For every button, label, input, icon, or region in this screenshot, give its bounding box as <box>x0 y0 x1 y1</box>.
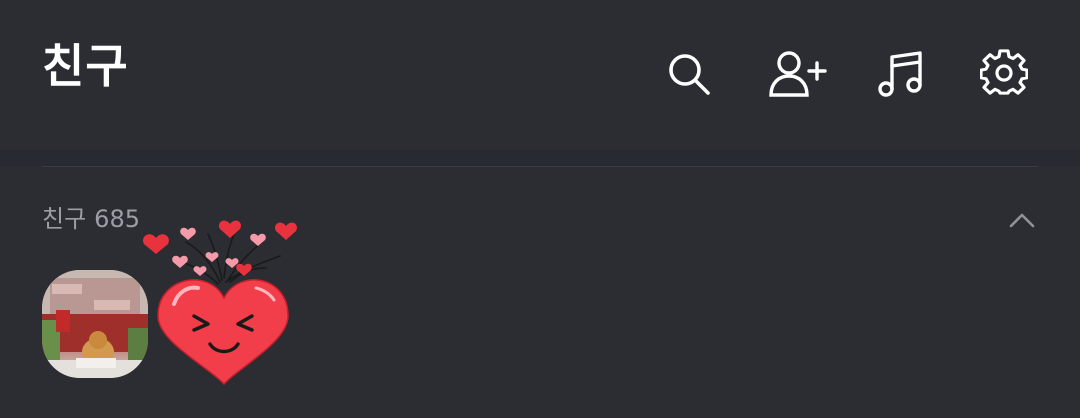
settings-icon[interactable] <box>980 49 1028 97</box>
avatar[interactable] <box>42 270 148 378</box>
page-title: 친구 <box>42 39 129 93</box>
header: 친구 <box>0 0 1080 150</box>
search-icon[interactable] <box>664 49 712 97</box>
add-friend-icon[interactable] <box>768 49 828 97</box>
friends-screen: 친구 친구 685 <box>0 0 1080 418</box>
friends-count: 685 <box>94 205 140 233</box>
header-shadow <box>0 150 1080 166</box>
divider <box>42 166 1038 167</box>
friends-label: 친구 <box>42 205 87 233</box>
friends-count-label: 친구 685 <box>42 204 140 234</box>
chevron-up-icon[interactable] <box>1006 206 1038 234</box>
music-icon[interactable] <box>876 49 924 97</box>
heart-sticker[interactable] <box>140 212 300 388</box>
